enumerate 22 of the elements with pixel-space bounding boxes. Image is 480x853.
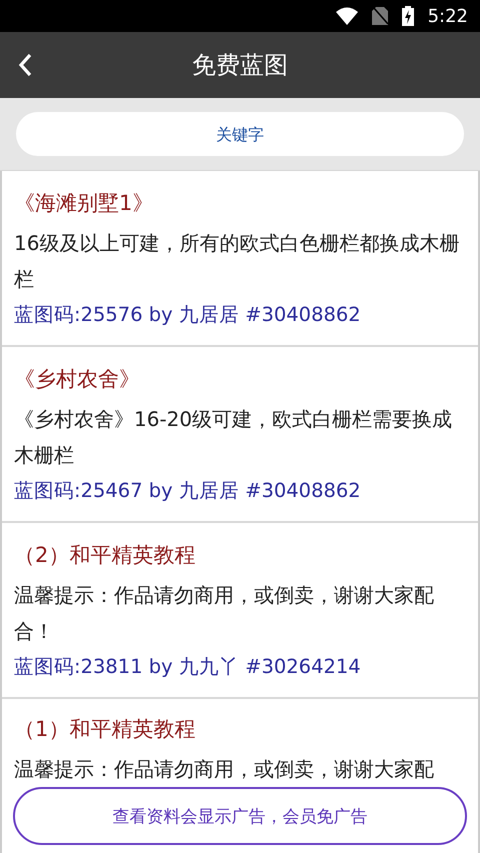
status-time: 5:22 [428, 6, 468, 26]
blueprint-description: 16级及以上可建，所有的欧式白色栅栏都换成木栅栏 [14, 230, 460, 293]
no-sim-icon [372, 7, 388, 25]
blueprint-card[interactable]: （2）和平精英教程 温馨提示：作品请勿商用，或倒卖，谢谢大家配合！ 蓝图码:23811 by 九九丫 #30264214 [2, 523, 478, 699]
blueprint-title: 《乡村农舍》 [14, 366, 141, 393]
ad-notice-button[interactable]: 查看资料会显示广告，会员免广告 [13, 787, 467, 845]
screen-title: 免费蓝图 [191, 50, 289, 81]
blueprint-card[interactable]: 《海滩别墅1》 16级及以上可建，所有的欧式白色栅栏都换成木栅栏 蓝图码:25576 by 九居居 #30408862 [2, 171, 478, 347]
search-field[interactable]: 关键字 [16, 112, 464, 156]
blueprint-card[interactable]: 《乡村农舍》 《乡村农舍》16-20级可建，欧式白栅栏需要换成木栅栏 蓝图码:25467 by 九居居 #30408862 [2, 347, 478, 523]
blueprint-title: （2）和平精英教程 [14, 542, 196, 569]
blueprint-title: （1）和平精英教程 [14, 716, 196, 743]
blueprint-title: 《海滩别墅1》 [14, 190, 154, 217]
blueprint-code: 蓝图码:25467 by 九居居 #30408862 [14, 478, 362, 504]
blueprint-description: 温馨提示：作品请勿商用，或倒卖，谢谢大家配 [14, 756, 435, 783]
blueprint-description: 温馨提示：作品请勿商用，或倒卖，谢谢大家配合！ [14, 582, 435, 645]
blueprint-card[interactable]: （1）和平精英教程 温馨提示：作品请勿商用，或倒卖，谢谢大家配 [2, 699, 478, 787]
blueprint-code: 蓝图码:25576 by 九居居 #30408862 [14, 302, 362, 328]
blueprint-description: 《乡村农舍》16-20级可建，欧式白栅栏需要换成木栅栏 [14, 406, 454, 469]
blueprint-code: 蓝图码:23811 by 九九丫 #30264214 [14, 654, 362, 680]
battery-charging-icon [402, 6, 414, 26]
wifi-icon [336, 7, 358, 25]
